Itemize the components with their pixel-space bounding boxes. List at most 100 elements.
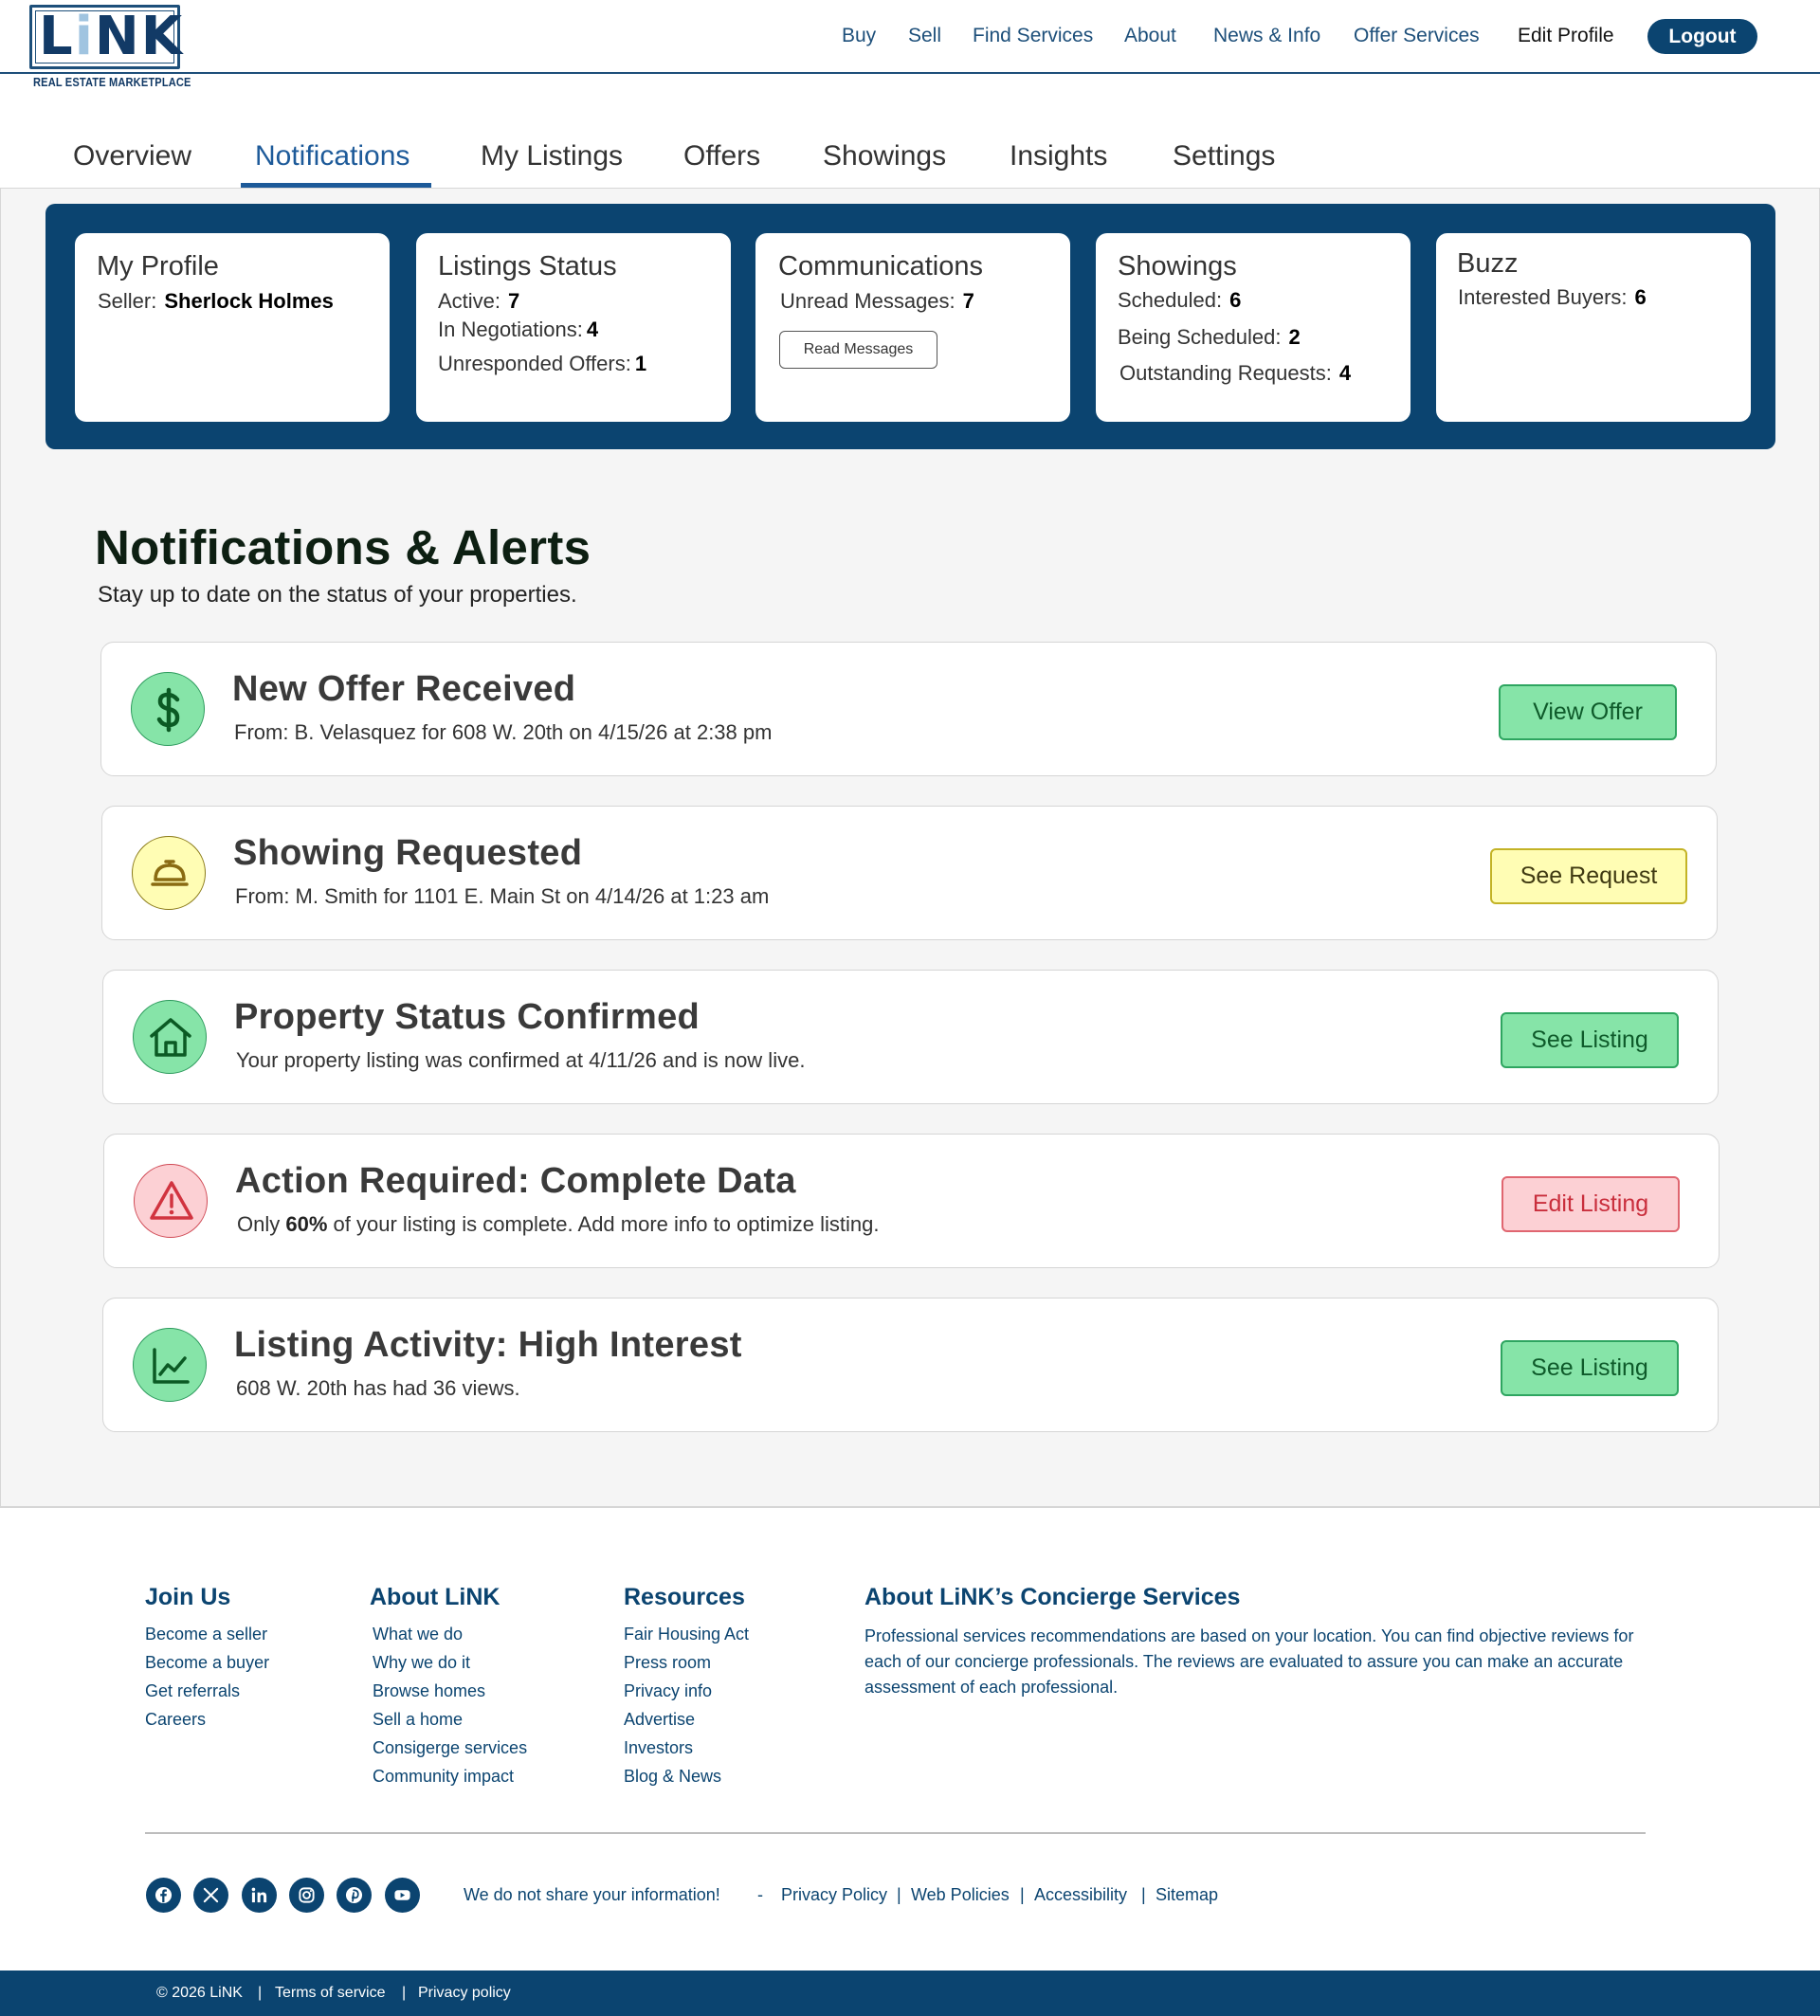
privacy-notice: We do not share your information! [464,1885,720,1904]
nav-find-services[interactable]: Find Services [973,25,1093,47]
tab-overview[interactable]: Overview [73,140,191,173]
see-request-button[interactable]: See Request [1490,848,1687,904]
footer-link[interactable]: Press room [624,1653,711,1673]
legal-separator: | [1020,1885,1025,1904]
warning-icon [134,1164,208,1238]
legal-separator: | [897,1885,901,1904]
notification-action-required: Action Required: Complete Data Only 60% … [103,1134,1720,1268]
footer-concierge-title: About LiNK’s Concierge Services [864,1584,1241,1610]
facebook-icon[interactable] [146,1878,181,1913]
notification-description: Only 60% of your listing is complete. Ad… [237,1212,880,1236]
notifications-heading: Notifications & Alerts [95,520,592,574]
nav-about[interactable]: About [1124,25,1176,47]
showings-card: Showings Scheduled: 6 Being Scheduled: 2 O… [1096,233,1410,422]
notification-new-offer: New Offer Received From: B. Velasquez fo… [100,642,1717,776]
unread-messages-count: Unread Messages: 7 [780,289,974,313]
footer-concierge-text: Professional services recommendations ar… [864,1626,1634,1697]
terms-of-service-link[interactable]: Terms of service [275,1985,385,2002]
footer-link[interactable]: Advertise [624,1710,695,1730]
footer-link[interactable]: Community impact [373,1767,514,1787]
buzz-card: Buzz Interested Buyers: 6 [1436,233,1751,422]
buzz-title: Buzz [1457,248,1519,279]
x-icon[interactable] [193,1878,228,1913]
footer-link[interactable]: Consigerge services [373,1738,527,1758]
footer-link[interactable]: Careers [145,1710,206,1730]
footer-join-title: Join Us [145,1584,231,1610]
profile-card-title: My Profile [97,251,219,282]
pinterest-icon[interactable] [337,1878,372,1913]
notification-title: New Offer Received [232,669,576,709]
logo-tagline: REAL ESTATE MARKETPLACE [33,75,191,89]
nav-sell[interactable]: Sell [908,25,941,47]
notification-listing-activity: Listing Activity: High Interest 608 W. 2… [102,1298,1719,1432]
tab-offers[interactable]: Offers [683,140,760,173]
tab-settings[interactable]: Settings [1173,140,1275,173]
see-listing-button[interactable]: See Listing [1501,1340,1679,1396]
footer-resources-title: Resources [624,1584,745,1610]
footer-link[interactable]: Investors [624,1738,693,1758]
nav-edit-profile[interactable]: Edit Profile [1518,25,1614,47]
dollar-icon [131,672,205,746]
house-icon [133,1000,207,1074]
footer-link[interactable]: What we do [373,1625,463,1644]
footer-link[interactable]: Fair Housing Act [624,1625,749,1644]
listings-status-title: Listings Status [438,251,617,282]
being-scheduled-count: Being Scheduled: 2 [1118,325,1301,349]
tab-showings[interactable]: Showings [823,140,946,173]
footer-link[interactable]: Why we do it [373,1653,470,1673]
nav-news-info[interactable]: News & Info [1213,25,1320,47]
communications-card: Communications Unread Messages: 7 Read Me… [755,233,1070,422]
footer-link[interactable]: Become a seller [145,1625,267,1644]
negotiations-count: In Negotiations: 4 [438,318,599,341]
footer-link[interactable]: Blog & News [624,1767,721,1787]
footer-link[interactable]: Become a buyer [145,1653,269,1673]
view-offer-button[interactable]: View Offer [1499,684,1677,740]
accessibility-link[interactable]: Accessibility [1034,1885,1127,1905]
logout-button[interactable]: Logout [1647,19,1757,54]
notification-title: Property Status Confirmed [234,997,701,1037]
notification-title: Listing Activity: High Interest [234,1325,742,1365]
seller-line: Seller: Sherlock Holmes [98,289,334,313]
dashboard-tabs: Overview Notifications My Listings Offer… [0,133,1820,190]
legal-separator: | [1141,1885,1146,1904]
tab-insights[interactable]: Insights [1010,140,1107,173]
bottom-separator: | [402,1985,407,2001]
legal-dash: - [757,1885,763,1904]
linkedin-icon[interactable] [242,1878,277,1913]
scheduled-count: Scheduled: 6 [1118,288,1242,312]
footer-link[interactable]: Get referrals [145,1681,240,1701]
line-chart-icon [133,1328,207,1402]
top-nav: Buy Sell Find Services About News & Info… [0,25,1820,53]
footer-link[interactable]: Browse homes [373,1681,485,1701]
active-count: Active: 7 [438,289,520,313]
tab-notifications[interactable]: Notifications [255,140,410,173]
read-messages-button[interactable]: Read Messages [779,331,937,369]
notification-showing-requested: Showing Requested From: M. Smith for 110… [101,806,1718,940]
showings-title: Showings [1118,251,1237,282]
communications-title: Communications [778,251,983,282]
see-listing-button[interactable]: See Listing [1501,1012,1679,1068]
instagram-icon[interactable] [289,1878,324,1913]
nav-buy[interactable]: Buy [842,25,876,47]
notifications-subheading: Stay up to date on the status of your pr… [98,582,577,608]
interested-buyers-count: Interested Buyers: 6 [1458,285,1647,309]
web-policies-link[interactable]: Web Policies [911,1885,1010,1905]
notification-description: From: B. Velasquez for 608 W. 20th on 4/… [234,720,773,744]
footer-link[interactable]: Privacy info [624,1681,712,1701]
nav-offer-services[interactable]: Offer Services [1354,25,1480,47]
notification-property-status: Property Status Confirmed Your property … [102,970,1719,1104]
notification-title: Action Required: Complete Data [235,1161,796,1201]
seller-name: Sherlock Holmes [164,289,334,313]
sitemap-link[interactable]: Sitemap [1156,1885,1218,1905]
footer-link[interactable]: Sell a home [373,1710,463,1730]
edit-listing-button[interactable]: Edit Listing [1502,1176,1680,1232]
service-bell-icon [132,836,206,910]
tab-my-listings[interactable]: My Listings [481,140,623,173]
youtube-icon[interactable] [385,1878,420,1913]
notification-description: From: M. Smith for 1101 E. Main St on 4/… [235,884,770,908]
privacy-policy-link[interactable]: Privacy Policy [781,1885,887,1905]
footer-about-title: About LiNK [370,1584,500,1610]
privacy-policy-bottom-link[interactable]: Privacy policy [418,1985,511,2002]
bottom-bar [0,1971,1820,2016]
notification-title: Showing Requested [233,833,583,873]
